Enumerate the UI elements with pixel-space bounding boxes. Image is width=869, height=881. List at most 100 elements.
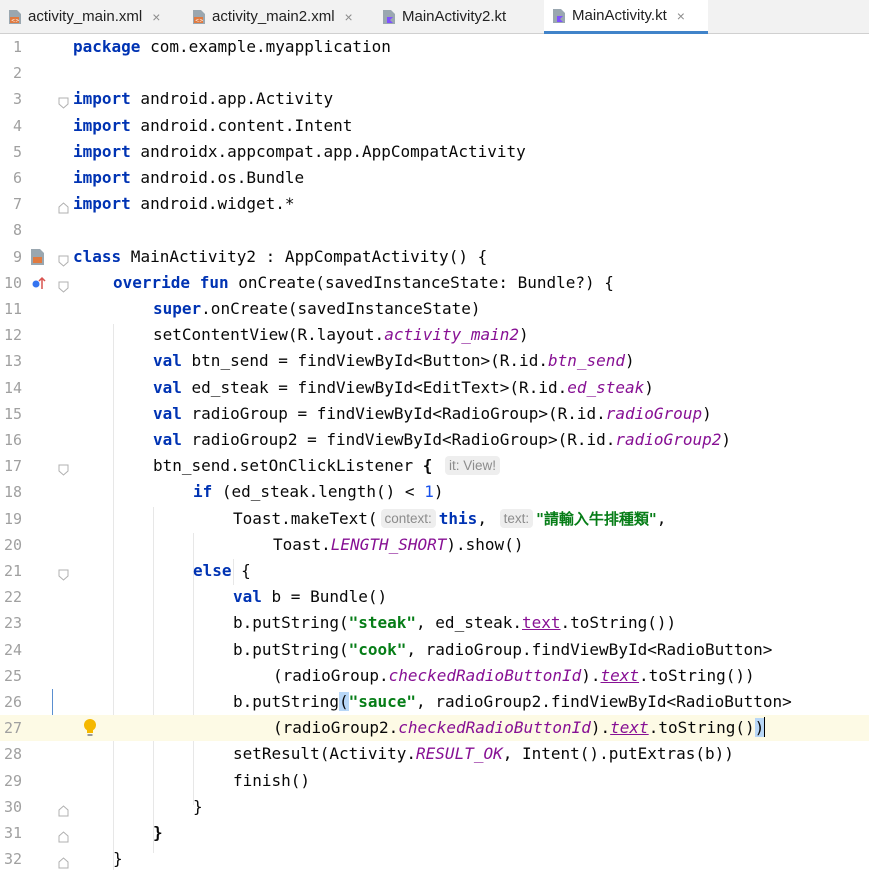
code-line: 24 b.putString("cook", radioGroup.findVi… bbox=[0, 637, 869, 663]
tab-mainactivity2-kt[interactable]: MainActivity2.kt bbox=[374, 0, 544, 33]
code-text: val b = Bundle() bbox=[233, 587, 388, 607]
code-text: } bbox=[113, 849, 123, 869]
code-text: finish() bbox=[233, 770, 311, 790]
code-text: import android.app.Activity bbox=[73, 89, 334, 109]
line-number: 11 bbox=[3, 300, 22, 318]
code-line: 10 override fun onCreate(savedInstanceSt… bbox=[0, 270, 869, 296]
fold-end-icon[interactable] bbox=[58, 828, 69, 843]
code-text: setResult(Activity.RESULT_OK, Intent().p… bbox=[233, 744, 734, 764]
line-number: 22 bbox=[3, 588, 22, 607]
kotlin-file-icon bbox=[382, 9, 396, 25]
code-line-current: 27 (radioGroup2.checkedRadioButtonId).te… bbox=[0, 715, 869, 742]
code-text: class MainActivity2 : AppCompatActivity(… bbox=[73, 246, 488, 266]
code-line: 7 import android.widget.* bbox=[0, 191, 869, 217]
code-line: 26 b.putString("sauce", radioGroup2.find… bbox=[0, 689, 869, 715]
line-number: 3 bbox=[12, 90, 22, 109]
inlay-hint: it: View! bbox=[445, 456, 501, 476]
code-line: 9 class MainActivity2 : AppCompatActivit… bbox=[0, 244, 869, 270]
code-line: 18 if (ed_steak.length() < 1) bbox=[0, 479, 869, 505]
fold-end-icon[interactable] bbox=[58, 854, 69, 869]
tab-label: activity_main2.xml bbox=[212, 8, 335, 25]
tab-mainactivity-kt[interactable]: MainActivity.kt × bbox=[544, 0, 708, 34]
code-line: 30 } bbox=[0, 794, 869, 820]
fold-icon[interactable] bbox=[58, 94, 69, 110]
activity-layout-icon[interactable] bbox=[30, 248, 46, 270]
svg-text:<>: <> bbox=[195, 18, 203, 24]
tab-label: MainActivity.kt bbox=[572, 7, 667, 24]
code-line: 8 bbox=[0, 217, 869, 243]
code-line: 11 super.onCreate(savedInstanceState) bbox=[0, 296, 869, 322]
code-line: 17 btn_send.setOnClickListener { it: Vie… bbox=[0, 453, 869, 479]
code-text: b.putString("steak", ed_steak.text.toStr… bbox=[233, 613, 677, 633]
code-text: val btn_send = findViewById<Button>(R.id… bbox=[153, 351, 635, 371]
code-text: } bbox=[193, 796, 203, 816]
tab-activity-main-xml[interactable]: <> activity_main.xml × bbox=[0, 0, 184, 33]
kotlin-file-icon bbox=[552, 8, 566, 24]
code-text: import android.content.Intent bbox=[73, 115, 353, 135]
xml-file-icon: <> bbox=[192, 9, 206, 25]
line-number: 4 bbox=[12, 116, 22, 135]
line-number: 26 bbox=[3, 693, 22, 711]
close-icon[interactable]: × bbox=[677, 8, 685, 24]
code-line: 16 val radioGroup2 = findViewById<RadioG… bbox=[0, 427, 869, 453]
code-line: 28 setResult(Activity.RESULT_OK, Intent(… bbox=[0, 741, 869, 767]
code-text: } bbox=[153, 823, 163, 842]
line-number: 29 bbox=[3, 771, 22, 790]
code-text: super.onCreate(savedInstanceState) bbox=[153, 299, 481, 318]
code-line: 22 val b = Bundle() bbox=[0, 584, 869, 610]
close-icon[interactable]: × bbox=[345, 9, 353, 25]
code-line: 32 } bbox=[0, 846, 869, 872]
close-icon[interactable]: × bbox=[152, 9, 160, 25]
lightbulb-icon[interactable] bbox=[83, 718, 97, 742]
inlay-hint: context: bbox=[380, 508, 436, 528]
line-number: 18 bbox=[3, 483, 22, 502]
line-number: 8 bbox=[12, 221, 22, 240]
code-text: val ed_steak = findViewById<EditText>(R.… bbox=[153, 377, 654, 397]
code-text: if (ed_steak.length() < 1) bbox=[193, 482, 444, 502]
code-text: import android.os.Bundle bbox=[73, 168, 305, 187]
code-text: else { bbox=[193, 561, 251, 580]
code-line: 2 bbox=[0, 60, 869, 86]
line-number: 17 bbox=[3, 457, 22, 476]
code-line: 12 setContentView(R.layout.activity_main… bbox=[0, 322, 869, 348]
fold-icon[interactable] bbox=[58, 461, 69, 476]
line-number: 21 bbox=[3, 562, 22, 580]
code-line: 23 b.putString("steak", ed_steak.text.to… bbox=[0, 610, 869, 636]
code-text: import android.widget.* bbox=[73, 194, 295, 214]
line-number: 28 bbox=[3, 745, 22, 764]
line-number: 5 bbox=[12, 142, 22, 161]
line-number: 20 bbox=[3, 535, 22, 554]
editor-tab-bar: <> activity_main.xml × <> activity_main2… bbox=[0, 0, 869, 34]
fold-icon[interactable] bbox=[58, 252, 69, 267]
code-text: b.putString("cook", radioGroup.findViewB… bbox=[233, 639, 773, 659]
xml-file-icon: <> bbox=[8, 9, 22, 25]
line-number: 7 bbox=[12, 195, 22, 214]
line-number: 14 bbox=[3, 378, 22, 397]
fold-icon[interactable] bbox=[58, 278, 69, 293]
line-number: 6 bbox=[12, 169, 22, 187]
code-text: b.putString("sauce", radioGroup2.findVie… bbox=[233, 692, 792, 711]
line-number: 19 bbox=[3, 509, 22, 528]
code-text: val radioGroup = findViewById<RadioGroup… bbox=[153, 403, 712, 423]
line-number: 2 bbox=[12, 64, 22, 83]
line-number: 16 bbox=[3, 431, 22, 449]
fold-end-icon[interactable] bbox=[58, 802, 69, 817]
code-line: 15 val radioGroup = findViewById<RadioGr… bbox=[0, 401, 869, 427]
code-text: val radioGroup2 = findViewById<RadioGrou… bbox=[153, 430, 731, 449]
override-icon[interactable] bbox=[31, 275, 47, 295]
code-line: 14 val ed_steak = findViewById<EditText>… bbox=[0, 375, 869, 401]
tab-activity-main2-xml[interactable]: <> activity_main2.xml × bbox=[184, 0, 374, 33]
line-number: 1 bbox=[12, 38, 22, 56]
line-number: 12 bbox=[3, 326, 22, 345]
code-line: 13 val btn_send = findViewById<Button>(R… bbox=[0, 348, 869, 374]
code-editor[interactable]: 1 package com.example.myapplication 2 3 … bbox=[0, 34, 869, 881]
fold-end-icon[interactable] bbox=[58, 199, 69, 214]
line-number: 13 bbox=[3, 352, 22, 371]
tab-label: MainActivity2.kt bbox=[402, 8, 507, 25]
line-number: 27 bbox=[3, 719, 22, 738]
fold-icon[interactable] bbox=[58, 566, 69, 581]
code-line: 20 Toast.LENGTH_SHORT).show() bbox=[0, 532, 869, 558]
code-line: 29 finish() bbox=[0, 768, 869, 794]
line-number: 9 bbox=[12, 247, 22, 266]
text-cursor bbox=[764, 717, 766, 738]
